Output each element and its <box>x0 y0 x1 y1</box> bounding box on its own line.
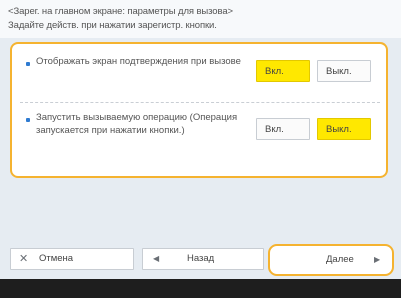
start-operation-off-button[interactable]: Выкл. <box>317 118 371 140</box>
bottom-status-bar <box>0 279 401 298</box>
back-label: Назад <box>187 253 215 264</box>
close-icon: ✕ <box>19 253 29 265</box>
screen: <Зарег. на главном экране: параметры для… <box>0 0 401 298</box>
page-title: <Зарег. на главном экране: параметры для… <box>8 6 233 17</box>
option-label: Запустить вызываемую операцию (Операция … <box>36 112 238 136</box>
next-label: Далее <box>326 254 354 265</box>
option-start-operation: Запустить вызываемую операцию (Операция … <box>22 112 378 164</box>
option-label: Отображать экран подтверждения при вызов… <box>36 56 241 67</box>
page-instruction: Задайте действ. при нажатии зарегистр. к… <box>8 20 217 31</box>
next-button-highlight: Далее ▶ <box>268 244 394 276</box>
header: <Зарег. на главном экране: параметры для… <box>0 0 401 38</box>
left-arrow-icon: ◀ <box>153 254 160 263</box>
cancel-button[interactable]: ✕ Отмена <box>10 248 134 270</box>
back-button[interactable]: ◀ Назад <box>142 248 264 270</box>
cancel-label: Отмена <box>39 253 74 264</box>
show-confirmation-off-button[interactable]: Выкл. <box>317 60 371 82</box>
show-confirmation-on-button[interactable]: Вкл. <box>256 60 310 82</box>
right-arrow-icon: ▶ <box>374 255 381 264</box>
bullet-icon <box>26 62 30 66</box>
divider <box>20 102 380 103</box>
next-button[interactable]: Далее ▶ <box>274 250 388 270</box>
options-panel: Отображать экран подтверждения при вызов… <box>10 42 388 178</box>
bullet-icon <box>26 118 30 122</box>
option-show-confirmation: Отображать экран подтверждения при вызов… <box>22 56 378 96</box>
start-operation-on-button[interactable]: Вкл. <box>256 118 310 140</box>
